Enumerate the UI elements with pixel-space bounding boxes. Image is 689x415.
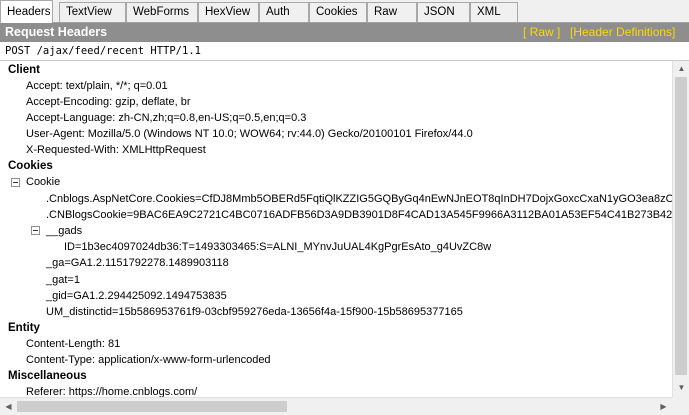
tab-json[interactable]: JSON: [417, 2, 470, 22]
section-cookies[interactable]: Cookies: [8, 158, 53, 174]
tab-webforms[interactable]: WebForms: [126, 2, 198, 22]
scroll-up-icon[interactable]: ▲: [673, 64, 689, 74]
vertical-scroll-thumb[interactable]: [675, 77, 687, 375]
cookie-row[interactable]: _gat=1: [46, 272, 80, 288]
header-row[interactable]: Accept: text/plain, */*; q=0.01: [26, 78, 168, 94]
request-headers-title: Request Headers: [5, 25, 108, 39]
cookie-row[interactable]: UM_distinctid=15b586953761f9-03cbf959276…: [46, 304, 463, 320]
header-row[interactable]: X-Requested-With: XMLHttpRequest: [26, 142, 206, 158]
collapse-cookie-icon[interactable]: [11, 178, 20, 187]
section-miscellaneous[interactable]: Miscellaneous: [8, 368, 87, 384]
request-line: POST /ajax/feed/recent HTTP/1.1: [0, 42, 689, 61]
header-definitions-link[interactable]: [Header Definitions]: [570, 24, 675, 41]
tab-textview[interactable]: TextView: [59, 2, 126, 22]
cookie-row[interactable]: _gid=GA1.2.294425092.1494753835: [46, 288, 227, 304]
horizontal-scroll-thumb[interactable]: [17, 401, 287, 412]
vertical-scrollbar[interactable]: ▲ ▼: [672, 61, 689, 397]
tab-cookies[interactable]: Cookies: [309, 2, 367, 22]
cookie-node[interactable]: Cookie: [26, 174, 60, 190]
tab-headers[interactable]: Headers: [0, 0, 53, 23]
tab-auth[interactable]: Auth: [259, 2, 309, 22]
collapse-gads-icon[interactable]: [31, 226, 40, 235]
header-row[interactable]: Referer: https://home.cnblogs.com/: [26, 384, 197, 397]
horizontal-scrollbar[interactable]: ◀ ▶: [0, 397, 672, 415]
header-row[interactable]: User-Agent: Mozilla/5.0 (Windows NT 10.0…: [26, 126, 473, 142]
cookie-row[interactable]: _ga=GA1.2.1151792278.1489903118: [46, 255, 229, 271]
raw-link[interactable]: [ Raw ]: [523, 24, 560, 41]
section-entity[interactable]: Entity: [8, 320, 40, 336]
cookie-row[interactable]: .CNBlogsCookie=9BAC6EA9C2721C4BC0716ADFB…: [46, 207, 672, 223]
headers-tree: Client Accept: text/plain, */*; q=0.01 A…: [0, 61, 672, 397]
header-row[interactable]: Accept-Language: zh-CN,zh;q=0.8,en-US;q=…: [26, 110, 306, 126]
scroll-right-icon[interactable]: ▶: [655, 402, 672, 412]
header-row[interactable]: Content-Length: 81: [26, 336, 120, 352]
inspector-tab-bar: Headers TextView WebForms HexView Auth C…: [0, 0, 689, 23]
tab-hexview[interactable]: HexView: [198, 2, 259, 22]
section-client[interactable]: Client: [8, 62, 40, 78]
tab-xml[interactable]: XML: [470, 2, 518, 22]
scroll-down-icon[interactable]: ▼: [673, 383, 689, 393]
request-headers-band: Request Headers [ Raw ] [Header Definiti…: [0, 23, 689, 42]
request-line-text: POST /ajax/feed/recent HTTP/1.1: [5, 45, 201, 57]
tab-raw[interactable]: Raw: [367, 2, 417, 22]
header-row[interactable]: Accept-Encoding: gzip, deflate, br: [26, 94, 190, 110]
header-row[interactable]: Content-Type: application/x-www-form-url…: [26, 352, 271, 368]
cookie-row[interactable]: .Cnblogs.AspNetCore.Cookies=CfDJ8Mmb5OBE…: [46, 191, 672, 207]
gads-node[interactable]: __gads: [46, 223, 82, 239]
cookie-row[interactable]: ID=1b3ec4097024db36:T=1493303465:S=ALNI_…: [64, 239, 491, 255]
scrollbar-corner: [672, 397, 689, 415]
scroll-left-icon[interactable]: ◀: [0, 402, 17, 412]
